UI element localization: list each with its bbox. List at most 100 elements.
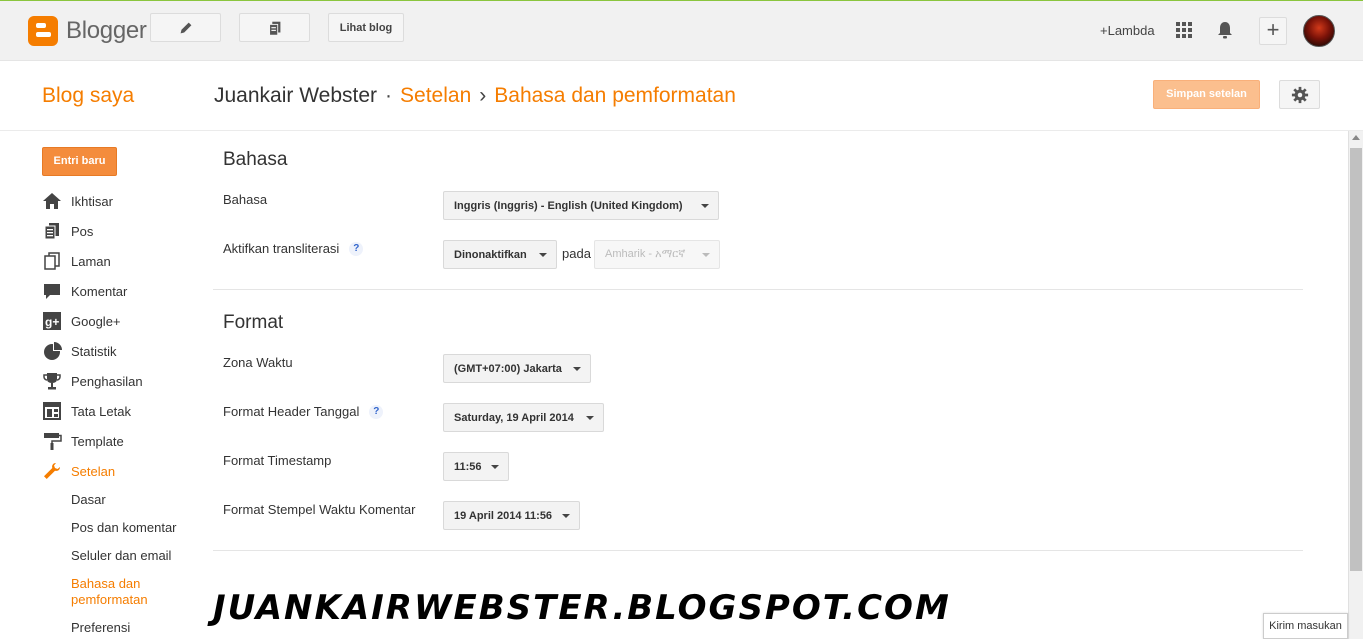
timezone-label: Zona Waktu [223, 355, 293, 370]
help-icon[interactable]: ? [369, 404, 384, 419]
sidebar-item-pages[interactable]: Laman [42, 251, 111, 271]
sidebar-item-label: Penghasilan [71, 373, 143, 389]
language-select-value: Inggris (Inggris) - English (United King… [454, 199, 683, 212]
sidebar-item-earnings[interactable]: Penghasilan [42, 371, 143, 391]
settings-sub-posts-comments[interactable]: Pos dan komentar [71, 520, 177, 536]
pie-chart-icon [44, 342, 62, 360]
apps-grid-icon[interactable] [1174, 20, 1194, 40]
transliteration-label-text: Aktifkan transliterasi [223, 241, 340, 256]
sidebar-item-stats[interactable]: Statistik [42, 341, 117, 361]
trophy-icon [43, 373, 61, 390]
sidebar-item-overview[interactable]: Ikhtisar [42, 191, 113, 211]
share-plus-button[interactable]: + [1259, 17, 1287, 45]
settings-sub-language-formatting[interactable]: Bahasa dan pemformatan [71, 576, 171, 608]
section-title-language: Bahasa [223, 149, 288, 170]
chevron-down-icon [491, 465, 499, 469]
sidebar-item-label: Tata Letak [71, 403, 131, 419]
transliteration-label: Aktifkan transliterasi? [223, 241, 364, 256]
sidebar-item-label: Komentar [71, 283, 128, 299]
sidebar-item-label: Ikhtisar [71, 193, 113, 209]
layout-icon [43, 402, 61, 420]
scroll-up-arrow-icon[interactable] [1352, 135, 1360, 140]
sidebar-item-comments[interactable]: Komentar [42, 281, 127, 301]
language-label-text: Bahasa [223, 192, 268, 207]
timestamp-label-text: Format Timestamp [223, 453, 332, 468]
breadcrumb-settings[interactable]: Setelan [400, 84, 471, 107]
page-header: Blog saya Juankair Webster · Setelan › Bahas… [0, 61, 1363, 131]
new-post-button[interactable]: Entri baru [42, 147, 117, 176]
transliteration-select-value: Dinonaktifkan [454, 248, 527, 261]
chevron-down-icon [539, 253, 547, 257]
date-header-label: Format Header Tanggal? [223, 404, 384, 419]
svg-text:g+: g+ [45, 315, 59, 329]
settings-sub-mobile-email[interactable]: Seluler dan email [71, 548, 171, 564]
comment-timestamp-label: Format Stempel Waktu Komentar [223, 502, 415, 517]
new-post-pencil-button[interactable] [150, 13, 221, 42]
timestamp-label: Format Timestamp [223, 453, 331, 468]
language-label: Bahasa [223, 192, 267, 207]
transliteration-on-label: pada [562, 246, 591, 261]
home-icon [43, 193, 61, 209]
send-feedback-button[interactable]: Kirim masukan [1263, 613, 1348, 639]
date-header-label-text: Format Header Tanggal [223, 404, 360, 419]
transliteration-language-select: Amharik - አማርኛ [594, 240, 720, 269]
timezone-label-text: Zona Waktu [223, 355, 293, 370]
transliteration-select[interactable]: Dinonaktifkan [443, 240, 557, 269]
avatar[interactable] [1303, 15, 1335, 47]
settings-sub-basic[interactable]: Dasar [71, 492, 106, 508]
chevron-down-icon [573, 367, 581, 371]
chevron-down-icon [702, 253, 710, 257]
notifications-bell-icon[interactable] [1215, 20, 1235, 40]
breadcrumb-chevron: › [479, 84, 487, 107]
watermark-text: JUANKAIRWEBSTER.BLOGSPOT.COM [213, 588, 951, 628]
user-name-link[interactable]: +Lambda [1100, 23, 1155, 38]
wrench-icon [44, 463, 60, 479]
scrollbar-thumb[interactable] [1350, 148, 1362, 571]
posts-list-button[interactable] [239, 13, 310, 42]
settings-sub-preferences[interactable]: Preferensi [71, 620, 130, 636]
transliteration-language-value: Amharik - አማርኛ [605, 248, 686, 260]
sidebar-item-label: Template [71, 433, 124, 449]
sidebar-item-label: Statistik [71, 343, 117, 359]
help-icon[interactable]: ? [349, 241, 364, 256]
sidebar-item-label: Pos [71, 223, 94, 239]
my-blogs-link[interactable]: Blog saya [42, 84, 134, 108]
breadcrumb-current-page: Bahasa dan pemformatan [494, 84, 736, 107]
view-blog-button[interactable]: Lihat blog [328, 13, 404, 42]
save-settings-button[interactable]: Simpan setelan [1153, 80, 1260, 109]
gear-icon [1291, 86, 1308, 103]
blogger-logo[interactable]: Blogger [28, 16, 147, 46]
language-select[interactable]: Inggris (Inggris) - English (United King… [443, 191, 719, 220]
sidebar-item-label: Laman [71, 253, 111, 269]
pages-icon [44, 252, 60, 270]
section-divider [213, 289, 1303, 290]
paint-roller-icon [44, 433, 62, 450]
chevron-down-icon [586, 416, 594, 420]
chevron-down-icon [701, 204, 709, 208]
timezone-select[interactable]: (GMT+07:00) Jakarta [443, 354, 591, 383]
sidebar-item-layout[interactable]: Tata Letak [42, 401, 131, 421]
pencil-icon [180, 22, 191, 33]
date-header-select[interactable]: Saturday, 19 April 2014 [443, 403, 604, 432]
top-accent-line [0, 0, 1363, 1]
breadcrumb-blog-name[interactable]: Juankair Webster [214, 84, 377, 107]
breadcrumb-separator: · [385, 84, 393, 107]
sidebar-item-posts[interactable]: Pos [42, 221, 93, 241]
logo-text: Blogger [66, 17, 147, 44]
chevron-down-icon [562, 514, 570, 518]
timestamp-select[interactable]: 11:56 [443, 452, 509, 481]
timestamp-select-value: 11:56 [454, 460, 482, 473]
breadcrumb: Juankair Webster · Setelan › Bahasa dan pemf… [214, 84, 736, 108]
comment-timestamp-select-value: 19 April 2014 11:56 [454, 509, 553, 522]
comment-timestamp-select[interactable]: 19 April 2014 11:56 [443, 501, 580, 530]
comment-timestamp-label-text: Format Stempel Waktu Komentar [223, 502, 416, 517]
sidebar-item-google-plus[interactable]: g+ Google+ [42, 311, 121, 331]
sidebar-item-label: Setelan [71, 463, 116, 479]
sidebar-item-template[interactable]: Template [42, 431, 124, 451]
date-header-select-value: Saturday, 19 April 2014 [454, 411, 574, 424]
posts-icon [268, 21, 280, 36]
sidebar-item-settings[interactable]: Setelan [42, 461, 115, 481]
google-plus-icon: g+ [43, 312, 61, 330]
blogger-logo-icon [28, 16, 58, 46]
settings-gear-button[interactable] [1279, 80, 1320, 109]
